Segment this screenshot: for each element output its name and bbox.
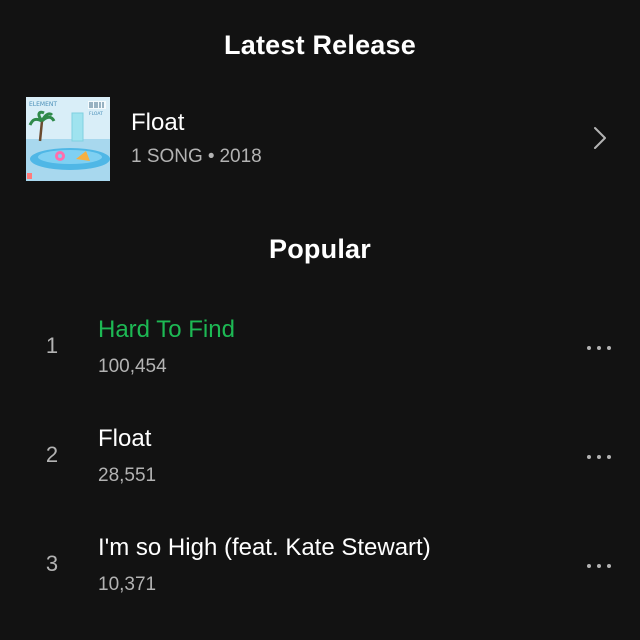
album-name: Float xyxy=(131,109,185,136)
track-row[interactable]: 2 Float 28,551 xyxy=(0,414,640,504)
track-row[interactable]: 1 Hard To Find 100,454 xyxy=(0,305,640,395)
track-number: 2 xyxy=(45,442,59,467)
track-title: Float xyxy=(98,425,152,452)
more-options-icon[interactable] xyxy=(578,553,622,579)
release-year: 2018 xyxy=(219,146,262,167)
track-play-count: 28,551 xyxy=(98,465,157,486)
popular-heading: Popular xyxy=(269,234,371,264)
track-number: 1 xyxy=(45,333,59,358)
song-count: 1 SONG xyxy=(131,146,203,167)
album-meta: 1 SONG • 2018 xyxy=(131,146,262,168)
track-number: 3 xyxy=(45,551,59,576)
meta-separator: • xyxy=(207,146,215,167)
cover-title-text: FLOAT xyxy=(89,111,103,117)
more-options-icon[interactable] xyxy=(578,335,622,361)
track-row[interactable]: 3 I'm so High (feat. Kate Stewart) 10,37… xyxy=(0,523,640,613)
track-play-count: 10,371 xyxy=(98,574,157,595)
album-cover-art: ELEMENT FLOAT xyxy=(26,97,110,181)
artist-page: Latest Release ELEMENT FLOAT Float 1 SON… xyxy=(0,0,640,640)
more-options-icon[interactable] xyxy=(578,444,622,470)
latest-release-item[interactable]: ELEMENT FLOAT Float 1 SONG • 2018 xyxy=(0,92,640,184)
track-title: I'm so High (feat. Kate Stewart) xyxy=(98,534,431,561)
latest-release-heading: Latest Release xyxy=(224,30,416,60)
track-play-count: 100,454 xyxy=(98,356,167,377)
cover-artist-text: ELEMENT xyxy=(29,101,57,108)
album-cover[interactable]: ELEMENT FLOAT xyxy=(26,97,110,181)
chevron-right-icon[interactable] xyxy=(586,123,614,153)
track-title: Hard To Find xyxy=(98,316,235,343)
